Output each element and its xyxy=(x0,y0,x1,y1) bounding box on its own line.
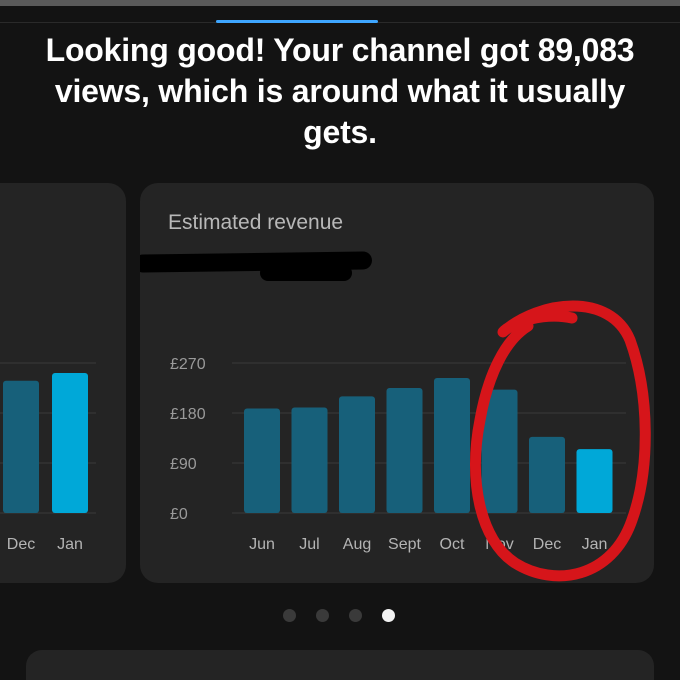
status-bar xyxy=(0,0,680,6)
revenue-bar[interactable] xyxy=(529,436,565,513)
previous-card-bar[interactable] xyxy=(3,380,39,513)
x-tick-label: Sept xyxy=(388,536,421,553)
revenue-bar[interactable] xyxy=(576,449,613,513)
next-analytics-card[interactable] xyxy=(26,650,654,680)
x-tick-label: Oct xyxy=(440,536,465,553)
y-tick-label: £180 xyxy=(170,406,206,423)
previous-card-bar[interactable] xyxy=(52,373,88,513)
previous-card-bar-chart: Dec Jan xyxy=(0,362,96,553)
story-progress-indicator xyxy=(216,20,378,23)
insight-headline: Looking good! Your channel got 89,083 vi… xyxy=(45,32,635,150)
x-tick-label: Jul xyxy=(299,536,319,553)
revenue-bar[interactable] xyxy=(291,407,328,513)
y-tick-label: £0 xyxy=(170,506,188,523)
revenue-bar[interactable] xyxy=(481,389,518,513)
pagination-dot[interactable] xyxy=(316,609,329,622)
x-tick-label: Jun xyxy=(249,536,275,553)
revenue-bar[interactable] xyxy=(386,388,423,513)
y-tick-label: £270 xyxy=(170,356,206,373)
y-tick-label: £90 xyxy=(170,456,197,473)
pagination-dot[interactable] xyxy=(349,609,362,622)
screen: Looking good! Your channel got 89,083 vi… xyxy=(0,0,680,680)
carousel-pagination xyxy=(283,609,395,622)
x-tick-label: Dec xyxy=(7,536,35,553)
previous-analytics-card[interactable]: Dec Jan xyxy=(0,183,126,583)
x-tick-label: Dec xyxy=(533,536,561,553)
x-tick-label: Jan xyxy=(582,536,608,553)
x-tick-label: Jan xyxy=(57,536,83,553)
estimated-revenue-card[interactable]: Estimated revenue £0 £90 £180 £270 Jun Jul Aug… xyxy=(140,183,654,583)
pagination-dot[interactable] xyxy=(382,609,395,622)
x-tick-label: Aug xyxy=(343,536,371,553)
revenue-bar[interactable] xyxy=(434,378,470,513)
revenue-bar[interactable] xyxy=(244,408,280,513)
revenue-bar-chart: £0 £90 £180 £270 Jun Jul Aug Sept Oct Nov Dec Jan xyxy=(170,356,626,553)
x-tick-label: Nov xyxy=(485,536,513,553)
pagination-dot[interactable] xyxy=(283,609,296,622)
revenue-bar[interactable] xyxy=(339,396,375,513)
